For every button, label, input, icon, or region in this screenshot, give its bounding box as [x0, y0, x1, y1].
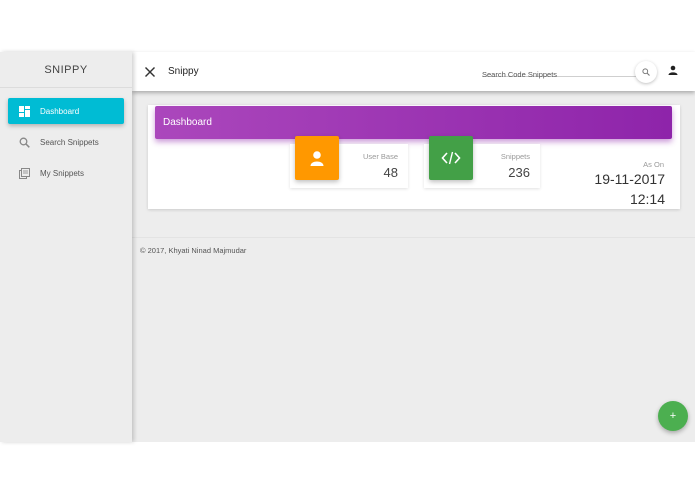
sidebar-item-label: My Snippets [40, 168, 85, 178]
search-icon [17, 135, 31, 149]
account-button[interactable] [666, 63, 680, 77]
sidebar-nav: Dashboard Search Snippets My Snippets [0, 88, 132, 186]
sidebar-item-search-snippets[interactable]: Search Snippets [8, 129, 124, 155]
close-menu-button[interactable] [132, 52, 168, 91]
stat-user-base: User Base 48 [290, 136, 408, 188]
as-on-date: 19-11-2017 [594, 171, 665, 187]
app-shell: SNIPPY Dashboard Search Snippets My Snip… [0, 52, 695, 442]
stat-icon-box [429, 136, 473, 180]
sidebar-item-dashboard[interactable]: Dashboard [8, 98, 124, 124]
dashboard-card: Dashboard User Base 48 Snippets 236 As O… [148, 105, 680, 209]
stat-label: User Base [362, 152, 398, 161]
person-icon [310, 151, 324, 166]
stat-snippets: Snippets 236 [424, 136, 540, 188]
search-input[interactable] [482, 68, 636, 81]
code-icon [441, 151, 461, 165]
sidebar-item-my-snippets[interactable]: My Snippets [8, 160, 124, 186]
stat-label: Snippets [500, 152, 530, 161]
brand-logo: SNIPPY [0, 52, 132, 88]
sidebar-item-label: Dashboard [40, 106, 80, 116]
add-snippet-button[interactable]: + [658, 401, 688, 431]
footer-copyright: © 2017, Khyati Ninad Majmudar [140, 246, 247, 255]
as-on-time: 12:14 [629, 191, 665, 207]
top-app-bar: Snippy [132, 52, 695, 91]
app-title: Snippy [168, 66, 199, 77]
search-field [482, 64, 636, 81]
stat-value: 236 [508, 165, 530, 180]
sidebar-item-label: Search Snippets [40, 137, 99, 147]
dashboard-icon [17, 104, 31, 118]
library-icon [17, 166, 31, 180]
footer-divider [132, 237, 695, 238]
dashboard-card-header: Dashboard [155, 106, 672, 139]
person-icon [668, 65, 678, 75]
stat-value: 48 [383, 165, 398, 180]
search-button[interactable] [635, 61, 657, 83]
search-icon [642, 68, 650, 76]
stat-icon-box [295, 136, 339, 180]
close-icon [145, 66, 155, 77]
as-on-label: As On [643, 160, 664, 169]
sidebar: SNIPPY Dashboard Search Snippets My Snip… [0, 52, 132, 442]
